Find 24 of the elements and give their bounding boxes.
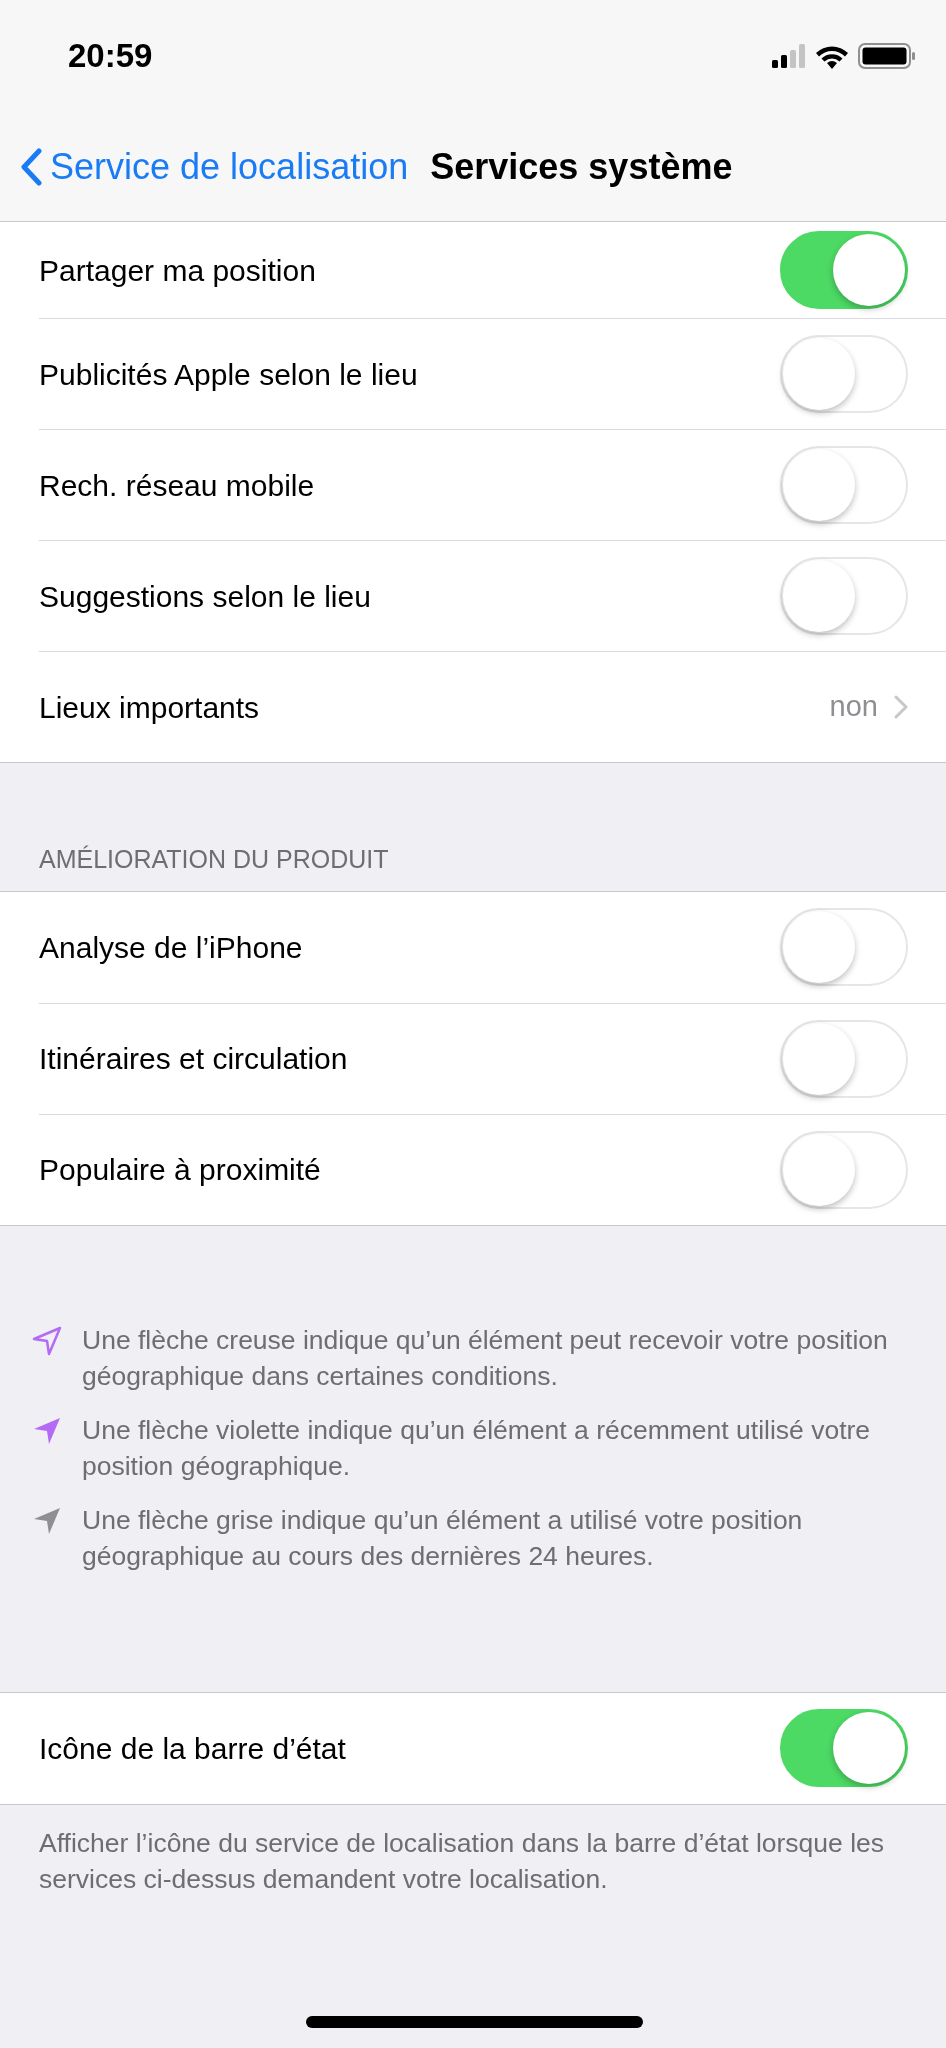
legend-text: Une flèche creuse indique qu’un élément peut recevoir votre position géographique dans certaines conditions. bbox=[82, 1323, 889, 1393]
setting-label: Rech. réseau mobile bbox=[39, 467, 315, 504]
chevron-icon bbox=[894, 695, 908, 719]
setting-label: Lieux importants bbox=[39, 689, 260, 726]
legend-text: Une flèche grise indique qu’un élément a utilisé votre position géographique au cours des dernières 24 heures. bbox=[82, 1503, 804, 1573]
toggle-switch[interactable] bbox=[780, 231, 908, 309]
status-time: 20:59 bbox=[68, 36, 153, 77]
setting-label: Partager ma position bbox=[39, 252, 316, 289]
back-button[interactable]: Service de localisation bbox=[20, 140, 409, 194]
setting-value: non bbox=[829, 689, 878, 725]
setting-label: Populaire à proximité bbox=[39, 1152, 321, 1188]
page-title: Services système bbox=[430, 145, 733, 189]
setting-label: Publicités Apple selon le lieu bbox=[39, 356, 418, 393]
back-chevron-icon bbox=[20, 148, 42, 186]
section-footer: Afficher l’icône du service de localisation dans la barre d’état lorsque les services ci-dessus demandent votre localisation. bbox=[0, 1804, 946, 1897]
setting-label: Suggestions selon le lieu bbox=[39, 578, 371, 615]
legend-text: Une flèche violette indique qu’un élément a récemment utilisé votre position géographique. bbox=[82, 1413, 872, 1483]
toggle-switch[interactable] bbox=[780, 1709, 908, 1787]
battery-icon bbox=[858, 43, 916, 69]
section-header: AMÉLIORATION DU PRODUIT bbox=[38, 844, 390, 875]
signal-icon bbox=[772, 44, 806, 68]
setting-label: Icône de la barre d’état bbox=[39, 1730, 346, 1767]
setting-label: Analyse de l’iPhone bbox=[39, 929, 303, 966]
setting-label: Itinéraires et circulation bbox=[39, 1041, 348, 1077]
